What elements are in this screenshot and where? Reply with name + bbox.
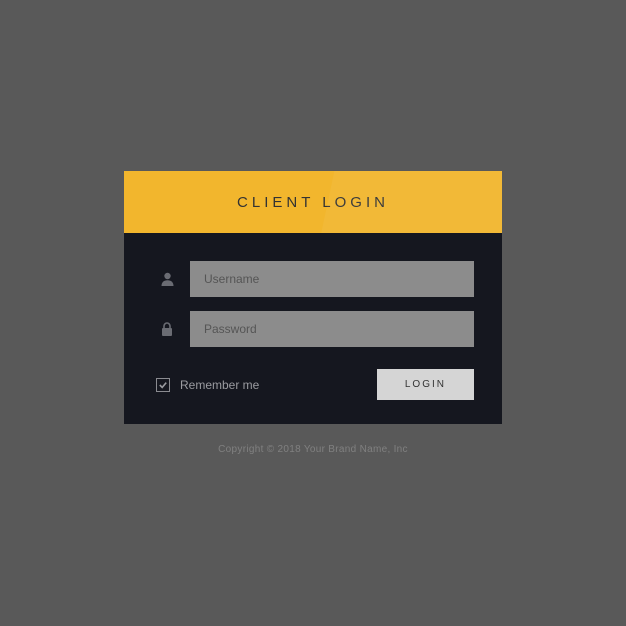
copyright-text: Copyright © 2018 Your Brand Name, Inc xyxy=(218,444,408,455)
username-input[interactable] xyxy=(190,261,474,297)
login-form: Remember me LOGIN xyxy=(124,233,502,424)
header-title: CLIENT LOGIN xyxy=(237,194,389,211)
user-icon xyxy=(152,272,182,286)
remember-label: Remember me xyxy=(180,378,259,392)
login-header: CLIENT LOGIN xyxy=(124,171,502,233)
login-button[interactable]: LOGIN xyxy=(377,369,474,400)
remember-checkbox[interactable] xyxy=(156,378,170,392)
login-card: CLIENT LOGIN xyxy=(124,171,502,424)
password-row xyxy=(152,311,474,347)
lock-icon xyxy=(152,322,182,336)
check-icon xyxy=(159,381,167,389)
password-input[interactable] xyxy=(190,311,474,347)
username-row xyxy=(152,261,474,297)
form-bottom-row: Remember me LOGIN xyxy=(152,369,474,400)
remember-me: Remember me xyxy=(156,378,259,392)
